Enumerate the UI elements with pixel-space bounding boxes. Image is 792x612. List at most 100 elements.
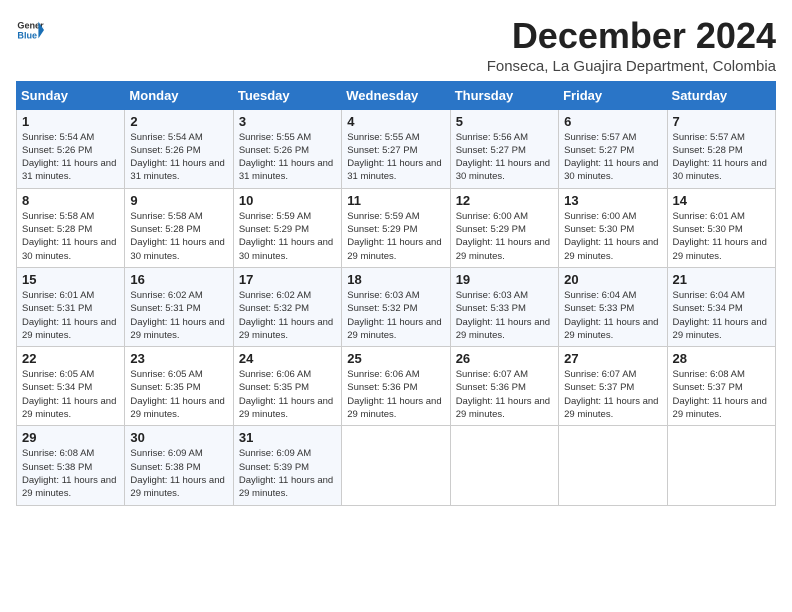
calendar-day-cell: 28 Sunrise: 6:08 AMSunset: 5:37 PMDaylig…: [667, 347, 775, 426]
calendar-day-cell: 15 Sunrise: 6:01 AMSunset: 5:31 PMDaylig…: [17, 267, 125, 346]
calendar-day-cell: 4 Sunrise: 5:55 AMSunset: 5:27 PMDayligh…: [342, 109, 450, 188]
calendar-day-cell: 16 Sunrise: 6:02 AMSunset: 5:31 PMDaylig…: [125, 267, 233, 346]
day-number: 16: [130, 272, 227, 287]
weekday-header-cell: Friday: [559, 81, 667, 109]
calendar-day-cell: 26 Sunrise: 6:07 AMSunset: 5:36 PMDaylig…: [450, 347, 558, 426]
day-info: Sunrise: 6:03 AMSunset: 5:33 PMDaylight:…: [456, 290, 550, 341]
day-info: Sunrise: 5:59 AMSunset: 5:29 PMDaylight:…: [239, 211, 333, 262]
day-number: 29: [22, 430, 119, 445]
day-info: Sunrise: 5:58 AMSunset: 5:28 PMDaylight:…: [22, 211, 116, 262]
day-number: 23: [130, 351, 227, 366]
calendar-day-cell: [450, 426, 558, 505]
day-number: 9: [130, 193, 227, 208]
calendar-day-cell: 5 Sunrise: 5:56 AMSunset: 5:27 PMDayligh…: [450, 109, 558, 188]
day-number: 6: [564, 114, 661, 129]
calendar-day-cell: 10 Sunrise: 5:59 AMSunset: 5:29 PMDaylig…: [233, 188, 341, 267]
calendar-title: December 2024: [487, 16, 776, 56]
calendar-day-cell: 12 Sunrise: 6:00 AMSunset: 5:29 PMDaylig…: [450, 188, 558, 267]
calendar-day-cell: 21 Sunrise: 6:04 AMSunset: 5:34 PMDaylig…: [667, 267, 775, 346]
logo-icon: General Blue: [16, 16, 44, 44]
calendar-subtitle: Fonseca, La Guajira Department, Colombia: [487, 58, 776, 75]
day-info: Sunrise: 6:02 AMSunset: 5:31 PMDaylight:…: [130, 290, 224, 341]
day-info: Sunrise: 6:05 AMSunset: 5:35 PMDaylight:…: [130, 369, 224, 420]
day-info: Sunrise: 6:04 AMSunset: 5:34 PMDaylight:…: [673, 290, 767, 341]
weekday-header-cell: Wednesday: [342, 81, 450, 109]
weekday-header-cell: Saturday: [667, 81, 775, 109]
calendar-day-cell: 8 Sunrise: 5:58 AMSunset: 5:28 PMDayligh…: [17, 188, 125, 267]
calendar-day-cell: 18 Sunrise: 6:03 AMSunset: 5:32 PMDaylig…: [342, 267, 450, 346]
calendar-day-cell: 3 Sunrise: 5:55 AMSunset: 5:26 PMDayligh…: [233, 109, 341, 188]
weekday-header-cell: Monday: [125, 81, 233, 109]
calendar-day-cell: 17 Sunrise: 6:02 AMSunset: 5:32 PMDaylig…: [233, 267, 341, 346]
day-number: 20: [564, 272, 661, 287]
svg-text:Blue: Blue: [17, 30, 37, 40]
calendar-day-cell: 25 Sunrise: 6:06 AMSunset: 5:36 PMDaylig…: [342, 347, 450, 426]
day-number: 15: [22, 272, 119, 287]
calendar-day-cell: 13 Sunrise: 6:00 AMSunset: 5:30 PMDaylig…: [559, 188, 667, 267]
weekday-header-cell: Thursday: [450, 81, 558, 109]
day-info: Sunrise: 5:57 AMSunset: 5:28 PMDaylight:…: [673, 132, 767, 183]
calendar-day-cell: 23 Sunrise: 6:05 AMSunset: 5:35 PMDaylig…: [125, 347, 233, 426]
day-number: 28: [673, 351, 770, 366]
day-info: Sunrise: 6:00 AMSunset: 5:30 PMDaylight:…: [564, 211, 658, 262]
calendar-day-cell: 20 Sunrise: 6:04 AMSunset: 5:33 PMDaylig…: [559, 267, 667, 346]
day-info: Sunrise: 5:58 AMSunset: 5:28 PMDaylight:…: [130, 211, 224, 262]
day-info: Sunrise: 6:01 AMSunset: 5:30 PMDaylight:…: [673, 211, 767, 262]
day-number: 2: [130, 114, 227, 129]
day-info: Sunrise: 5:54 AMSunset: 5:26 PMDaylight:…: [130, 132, 224, 183]
calendar-day-cell: 24 Sunrise: 6:06 AMSunset: 5:35 PMDaylig…: [233, 347, 341, 426]
calendar-day-cell: [667, 426, 775, 505]
calendar-day-cell: 19 Sunrise: 6:03 AMSunset: 5:33 PMDaylig…: [450, 267, 558, 346]
day-info: Sunrise: 6:02 AMSunset: 5:32 PMDaylight:…: [239, 290, 333, 341]
calendar-week-row: 22 Sunrise: 6:05 AMSunset: 5:34 PMDaylig…: [17, 347, 776, 426]
calendar-week-row: 1 Sunrise: 5:54 AMSunset: 5:26 PMDayligh…: [17, 109, 776, 188]
weekday-header-cell: Tuesday: [233, 81, 341, 109]
calendar-day-cell: [559, 426, 667, 505]
day-number: 1: [22, 114, 119, 129]
day-number: 30: [130, 430, 227, 445]
day-number: 12: [456, 193, 553, 208]
calendar-day-cell: 30 Sunrise: 6:09 AMSunset: 5:38 PMDaylig…: [125, 426, 233, 505]
day-number: 31: [239, 430, 336, 445]
day-info: Sunrise: 6:09 AMSunset: 5:38 PMDaylight:…: [130, 448, 224, 499]
day-number: 11: [347, 193, 444, 208]
day-number: 19: [456, 272, 553, 287]
day-number: 22: [22, 351, 119, 366]
day-info: Sunrise: 6:03 AMSunset: 5:32 PMDaylight:…: [347, 290, 441, 341]
calendar-day-cell: 31 Sunrise: 6:09 AMSunset: 5:39 PMDaylig…: [233, 426, 341, 505]
day-number: 14: [673, 193, 770, 208]
calendar-day-cell: 29 Sunrise: 6:08 AMSunset: 5:38 PMDaylig…: [17, 426, 125, 505]
day-number: 10: [239, 193, 336, 208]
day-info: Sunrise: 5:56 AMSunset: 5:27 PMDaylight:…: [456, 132, 550, 183]
day-number: 5: [456, 114, 553, 129]
calendar-week-row: 8 Sunrise: 5:58 AMSunset: 5:28 PMDayligh…: [17, 188, 776, 267]
calendar-day-cell: 22 Sunrise: 6:05 AMSunset: 5:34 PMDaylig…: [17, 347, 125, 426]
day-number: 8: [22, 193, 119, 208]
day-number: 21: [673, 272, 770, 287]
day-number: 18: [347, 272, 444, 287]
day-number: 13: [564, 193, 661, 208]
calendar-week-row: 15 Sunrise: 6:01 AMSunset: 5:31 PMDaylig…: [17, 267, 776, 346]
day-info: Sunrise: 6:08 AMSunset: 5:37 PMDaylight:…: [673, 369, 767, 420]
calendar-day-cell: 6 Sunrise: 5:57 AMSunset: 5:27 PMDayligh…: [559, 109, 667, 188]
day-info: Sunrise: 5:55 AMSunset: 5:26 PMDaylight:…: [239, 132, 333, 183]
day-info: Sunrise: 6:04 AMSunset: 5:33 PMDaylight:…: [564, 290, 658, 341]
day-info: Sunrise: 6:05 AMSunset: 5:34 PMDaylight:…: [22, 369, 116, 420]
day-number: 17: [239, 272, 336, 287]
calendar-day-cell: 1 Sunrise: 5:54 AMSunset: 5:26 PMDayligh…: [17, 109, 125, 188]
day-info: Sunrise: 6:00 AMSunset: 5:29 PMDaylight:…: [456, 211, 550, 262]
day-number: 25: [347, 351, 444, 366]
weekday-header-row: SundayMondayTuesdayWednesdayThursdayFrid…: [17, 81, 776, 109]
day-info: Sunrise: 5:55 AMSunset: 5:27 PMDaylight:…: [347, 132, 441, 183]
calendar-week-row: 29 Sunrise: 6:08 AMSunset: 5:38 PMDaylig…: [17, 426, 776, 505]
logo: General Blue: [16, 16, 44, 44]
calendar-day-cell: 11 Sunrise: 5:59 AMSunset: 5:29 PMDaylig…: [342, 188, 450, 267]
day-info: Sunrise: 5:54 AMSunset: 5:26 PMDaylight:…: [22, 132, 116, 183]
day-info: Sunrise: 6:01 AMSunset: 5:31 PMDaylight:…: [22, 290, 116, 341]
calendar-day-cell: 14 Sunrise: 6:01 AMSunset: 5:30 PMDaylig…: [667, 188, 775, 267]
calendar-day-cell: 7 Sunrise: 5:57 AMSunset: 5:28 PMDayligh…: [667, 109, 775, 188]
day-info: Sunrise: 5:59 AMSunset: 5:29 PMDaylight:…: [347, 211, 441, 262]
day-info: Sunrise: 6:07 AMSunset: 5:37 PMDaylight:…: [564, 369, 658, 420]
day-number: 27: [564, 351, 661, 366]
weekday-header-cell: Sunday: [17, 81, 125, 109]
